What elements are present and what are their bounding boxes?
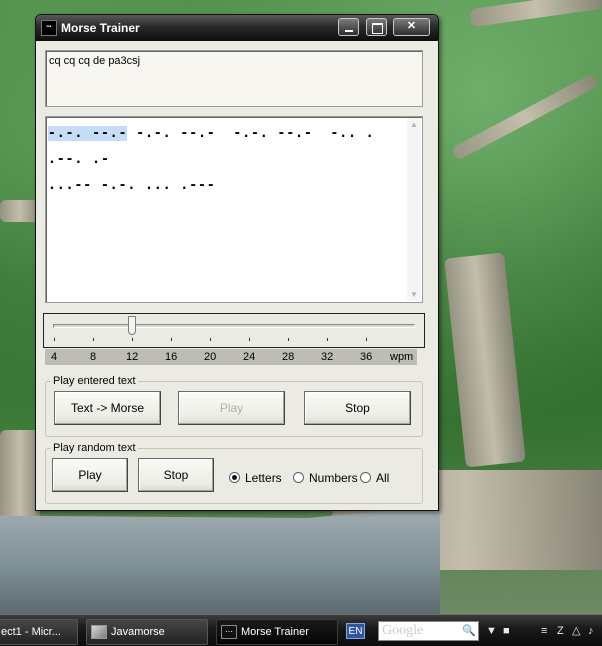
taskbar-item-label: Javamorse xyxy=(111,626,165,638)
wifi-icon[interactable]: ≡ xyxy=(541,624,553,638)
speed-scale-label: 32 xyxy=(321,351,334,363)
speed-scale-label: 16 xyxy=(165,351,178,363)
stop-icon[interactable]: ■ xyxy=(503,624,515,638)
speed-slider-tick xyxy=(288,338,289,341)
speed-scale: 4 8 12 16 20 24 28 32 36 wpm xyxy=(45,349,417,365)
dropdown-icon[interactable]: ▼ xyxy=(486,624,498,638)
speed-slider-tick xyxy=(366,338,367,341)
wallpaper-wall-segment xyxy=(451,73,599,161)
speed-slider-tick xyxy=(132,338,133,341)
close-button[interactable]: ✕ xyxy=(393,18,430,36)
morse-output-area[interactable]: -.-. --.- -.-. --.- -.-. --.- -.. . .--.… xyxy=(45,116,423,303)
speed-scale-label: 8 xyxy=(90,351,97,363)
stop-entered-button[interactable]: Stop xyxy=(304,391,411,425)
speed-scale-label: 4 xyxy=(51,351,58,363)
play-entered-button[interactable]: Play xyxy=(178,391,285,425)
minimize-button[interactable] xyxy=(338,18,359,36)
taskbar-item-morse-trainer[interactable]: ⋯ Morse Trainer xyxy=(216,619,338,645)
speed-scale-label: 12 xyxy=(126,351,139,363)
play-random-button[interactable]: Play xyxy=(52,458,128,492)
speed-slider-tick xyxy=(93,338,94,341)
wallpaper-wall-segment xyxy=(0,200,40,222)
speed-slider-tick xyxy=(249,338,250,341)
speed-scale-label: 24 xyxy=(243,351,256,363)
speed-slider-track xyxy=(53,324,415,328)
taskbar: ect1 - Micr... Javamorse ⋯ Morse Trainer … xyxy=(0,614,602,646)
speed-slider[interactable] xyxy=(43,313,425,348)
close-icon: ✕ xyxy=(406,20,417,32)
speed-slider-tick xyxy=(54,338,55,341)
morse-app-icon: ⋯ xyxy=(41,20,57,36)
radio-letters-label: Letters xyxy=(245,471,282,485)
speed-slider-thumb[interactable] xyxy=(128,316,136,335)
google-search-box[interactable]: Google 🔍 xyxy=(378,621,479,641)
taskbar-item-label: ect1 - Micr... xyxy=(1,626,61,638)
speed-scale-label: 36 xyxy=(360,351,373,363)
text-input-area[interactable]: cq cq cq de pa3csj xyxy=(45,50,423,107)
radio-all-dot[interactable] xyxy=(360,472,371,483)
search-icon[interactable]: 🔍 xyxy=(462,624,476,638)
morse-scrollbar[interactable]: ▲ ▼ xyxy=(407,118,421,301)
morse-output-text: -.-. --.- -.-. --.- -.-. --.- -.. . .--.… xyxy=(48,121,404,199)
warning-icon[interactable]: △ xyxy=(572,624,584,638)
taskbar-item-label: Morse Trainer xyxy=(241,626,309,638)
taskbar-item-project[interactable]: ect1 - Micr... xyxy=(0,619,78,645)
volume-icon[interactable]: ♪ xyxy=(588,624,600,638)
scroll-up-icon[interactable]: ▲ xyxy=(410,120,418,129)
wallpaper-walkway xyxy=(0,506,440,614)
speed-slider-tick xyxy=(327,338,328,341)
speed-slider-tick xyxy=(171,338,172,341)
wallpaper-wall-segment xyxy=(444,252,526,468)
stop-random-button[interactable]: Stop xyxy=(138,458,214,492)
radio-numbers-dot[interactable] xyxy=(293,472,304,483)
speed-scale-label: 20 xyxy=(204,351,217,363)
maximize-button[interactable] xyxy=(366,18,387,36)
morse-trainer-window: ⋯ Morse Trainer ✕ cq cq cq de pa3csj -.-… xyxy=(35,14,439,511)
window-icon xyxy=(91,625,107,640)
radio-letters-dot[interactable] xyxy=(229,472,240,483)
speed-scale-label: 28 xyxy=(282,351,295,363)
language-indicator[interactable]: EN xyxy=(346,623,365,639)
title-bar[interactable]: ⋯ Morse Trainer ✕ xyxy=(36,15,438,41)
radio-all-label: All xyxy=(376,471,390,485)
zone-alarm-icon[interactable]: Z xyxy=(557,624,569,638)
speed-scale-label: wpm xyxy=(390,351,414,363)
play-random-group-label: Play random text xyxy=(51,442,138,454)
wallpaper-wall-segment xyxy=(469,0,602,28)
scroll-down-icon[interactable]: ▼ xyxy=(410,290,418,299)
taskbar-item-javamorse[interactable]: Javamorse xyxy=(86,619,208,645)
radio-numbers-label: Numbers xyxy=(309,471,358,485)
window-title: Morse Trainer xyxy=(61,21,140,35)
play-entered-group-label: Play entered text xyxy=(51,375,138,387)
morse-selected-text: -.-. --.- xyxy=(48,126,128,141)
google-search-placeholder: Google xyxy=(382,623,424,638)
text-to-morse-button[interactable]: Text -> Morse xyxy=(54,391,161,425)
speed-slider-tick xyxy=(210,338,211,341)
morse-app-icon: ⋯ xyxy=(221,625,237,640)
